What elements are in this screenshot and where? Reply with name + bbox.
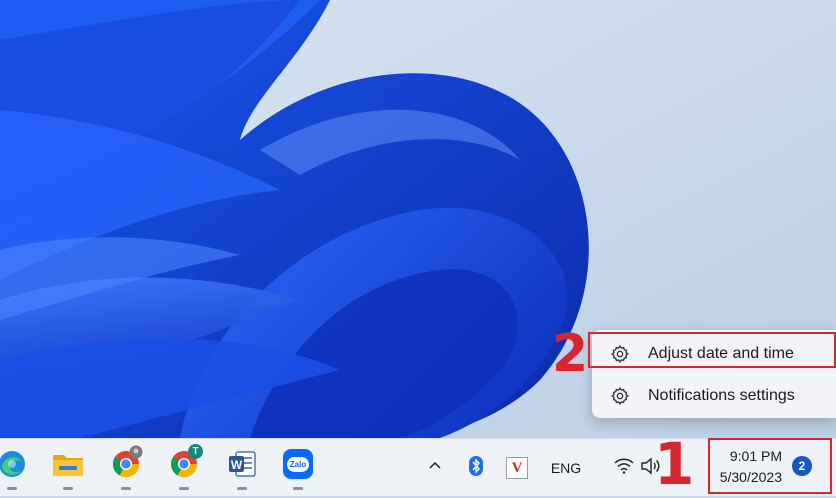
taskbar-app-chrome[interactable] xyxy=(108,445,144,490)
word-icon: W xyxy=(227,449,257,479)
tray-context-menu: Adjust date and time Notifications setti… xyxy=(592,330,836,418)
taskbar-app-edge[interactable] xyxy=(0,449,30,490)
zalo-label: Zalo xyxy=(286,456,310,472)
app-running-indicator xyxy=(293,487,303,490)
taskbar-app-file-explorer[interactable] xyxy=(50,449,86,490)
chevron-up-icon xyxy=(428,459,442,478)
adjust-date-time-menu-item[interactable]: Adjust date and time xyxy=(592,334,836,374)
bluetooth-tray-button[interactable] xyxy=(464,439,488,497)
wifi-icon xyxy=(614,458,634,479)
profile-badge: T xyxy=(188,444,203,459)
taskbar-clock-button[interactable]: 9:01 PM 5/30/2023 xyxy=(700,438,836,496)
taskbar-app-chrome-profile-t[interactable]: T xyxy=(166,444,203,490)
app-running-indicator xyxy=(7,487,17,490)
word-letter: W xyxy=(230,458,243,472)
gear-icon xyxy=(608,342,632,366)
menu-item-label: Notifications settings xyxy=(648,387,795,404)
step2-number: 2 xyxy=(552,324,589,384)
app-running-indicator xyxy=(121,487,131,490)
zalo-icon: Zalo xyxy=(283,449,313,479)
notification-count-badge[interactable]: 2 xyxy=(792,456,812,476)
edge-icon xyxy=(0,449,27,489)
app-running-indicator xyxy=(179,487,189,490)
folder-icon xyxy=(51,449,85,489)
input-language-indicator[interactable]: ENG xyxy=(546,439,586,497)
show-hidden-icons-button[interactable] xyxy=(424,439,446,497)
menu-item-label: Adjust date and time xyxy=(648,345,794,362)
taskbar-app-zalo[interactable]: Zalo xyxy=(280,449,316,490)
gear-icon xyxy=(608,384,632,408)
clock-date: 5/30/2023 xyxy=(719,469,782,485)
notifications-settings-menu-item[interactable]: Notifications settings xyxy=(592,376,836,416)
step1-number: 1 xyxy=(654,430,695,498)
bluetooth-icon xyxy=(468,455,484,482)
v-app-letter: V xyxy=(511,459,523,476)
v-app-icon: V xyxy=(506,457,528,479)
app-running-indicator xyxy=(63,487,73,490)
clock-time: 9:01 PM xyxy=(729,448,782,464)
taskbar-app-word[interactable]: W xyxy=(224,449,260,490)
chrome-icon xyxy=(111,445,143,489)
chrome-icon: T xyxy=(169,444,203,489)
app-running-indicator xyxy=(237,487,247,490)
v-app-tray-button[interactable]: V xyxy=(504,439,530,497)
